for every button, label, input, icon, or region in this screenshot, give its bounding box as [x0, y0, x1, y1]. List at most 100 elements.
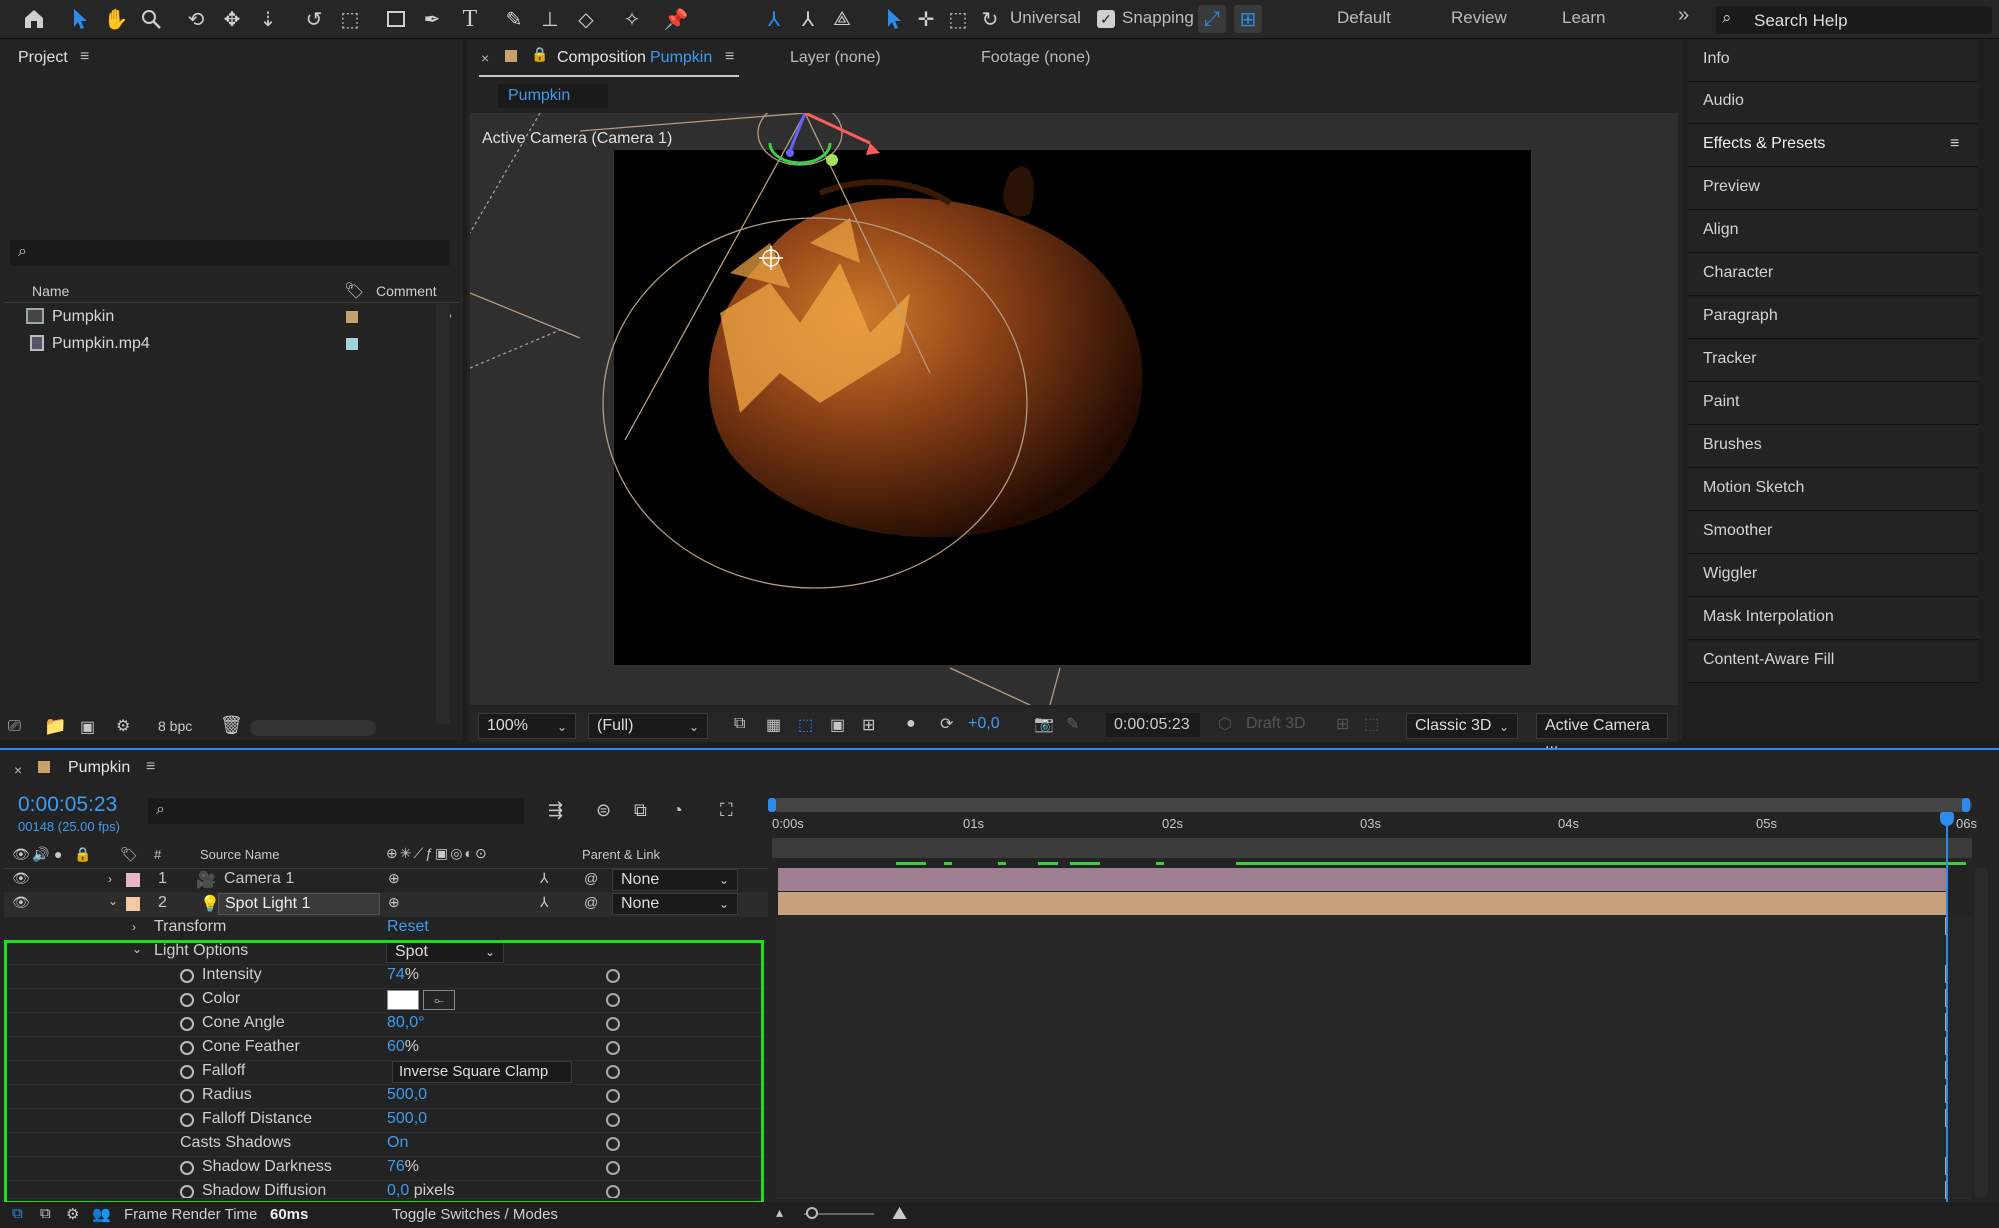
puppet-pin-tool-icon[interactable]: 📌 — [662, 5, 690, 33]
parent-dropdown[interactable]: None ⌄ — [612, 893, 738, 915]
home-icon[interactable] — [20, 5, 48, 33]
camera-layer-bar[interactable] — [778, 868, 1946, 891]
extended-viewer-icon[interactable]: ⬚ — [1364, 714, 1379, 734]
project-scrollbar[interactable] — [436, 304, 450, 724]
composition-tab-name[interactable]: Pumpkin — [650, 49, 712, 67]
timeline-tab-name[interactable]: Pumpkin — [68, 759, 130, 777]
scale-gizmo-icon[interactable]: ⬚ — [944, 5, 972, 33]
pick-whip-icon[interactable]: @ — [584, 894, 598, 910]
smoother-panel[interactable]: Smoother — [1688, 512, 1978, 554]
work-area-bar[interactable] — [772, 798, 1972, 812]
eye-icon[interactable]: 👁 — [12, 870, 30, 887]
more-workspaces-button[interactable]: » — [1678, 4, 1689, 27]
pick-whip-icon[interactable]: @ — [584, 870, 598, 886]
local-axis-mode-icon[interactable]: ⅄ — [760, 5, 788, 33]
chevron-right-icon[interactable]: › — [132, 920, 136, 934]
time-navigator[interactable] — [772, 838, 1972, 858]
grid-guides-icon[interactable]: ⊞ — [862, 715, 875, 735]
switches-icons[interactable]: ⊕✳⟋ƒ▣◎◐⊙ — [386, 845, 489, 862]
show-snapshot-icon[interactable]: ✎ — [1066, 714, 1079, 734]
layer-tab[interactable]: Layer (none) — [790, 49, 881, 67]
rotation-tool-icon[interactable]: ↺ — [300, 5, 328, 33]
transfer-controls-icon[interactable]: ⧉ — [40, 1205, 51, 1222]
toggle-switches-modes-button[interactable]: Toggle Switches / Modes — [392, 1206, 558, 1223]
shy-switch-icon[interactable]: ⊕ — [388, 894, 400, 911]
selection-tool-icon[interactable] — [66, 5, 94, 33]
eye-icon[interactable]: 👁 — [12, 894, 30, 911]
3d-view-dropdown[interactable]: Active Camera ... — [1536, 713, 1668, 752]
close-icon[interactable]: × — [481, 50, 489, 66]
timeline-scrollbar[interactable] — [1974, 868, 1988, 1198]
character-panel[interactable]: Character — [1688, 254, 1978, 296]
snap-edges-icon[interactable]: ⤢ — [1198, 5, 1226, 33]
renderer-dropdown[interactable]: Classic 3D ⌄ — [1406, 713, 1518, 739]
shy-switch-icon[interactable]: ⊕ — [388, 870, 400, 887]
pen-tool-icon[interactable]: ✒ — [418, 5, 446, 33]
new-composition-icon[interactable]: ▣ — [80, 717, 95, 737]
parent-dropdown[interactable]: None ⌄ — [612, 869, 738, 891]
universal-mode-label[interactable]: Universal — [1010, 8, 1081, 28]
tracker-panel[interactable]: Tracker — [1688, 340, 1978, 382]
workspace-review[interactable]: Review — [1451, 8, 1507, 28]
current-time-field[interactable]: 0:00:05:23 — [1106, 713, 1200, 737]
solo-icon[interactable]: ● — [54, 846, 62, 862]
mask-interpolation-panel[interactable]: Mask Interpolation — [1688, 598, 1978, 640]
effects-menu-icon[interactable]: ≡ — [1950, 135, 1959, 153]
motion-blur-icon[interactable]: ◔ — [672, 800, 683, 821]
time-ruler[interactable]: 0:00s 01s 02s 03s 04s 05s 06s — [772, 814, 1977, 836]
zoom-in-icon[interactable]: ⛰ — [892, 1203, 907, 1224]
in-out-icon[interactable]: ⚙ — [66, 1205, 79, 1223]
type-tool-icon[interactable]: T — [456, 5, 484, 33]
chevron-right-icon[interactable]: › — [108, 872, 112, 886]
audio-icon[interactable]: 🔊 — [32, 846, 49, 863]
brushes-panel[interactable]: Brushes — [1688, 426, 1978, 468]
project-panel-title[interactable]: Project — [18, 49, 68, 67]
hand-tool-icon[interactable]: ✋ — [102, 5, 130, 33]
snap-features-icon[interactable]: ⊞ — [1234, 5, 1262, 33]
trash-icon[interactable]: 🗑 — [220, 715, 243, 736]
workspace-learn[interactable]: Learn — [1562, 8, 1605, 28]
project-menu-icon[interactable]: ≡ — [80, 48, 89, 66]
workspace-default[interactable]: Default — [1337, 8, 1391, 28]
transparency-grid-icon[interactable]: ▦ — [766, 715, 781, 735]
3d-layer-icon[interactable]: ⅄ — [540, 870, 549, 887]
resolution-dropdown[interactable]: (Full) ⌄ — [588, 713, 708, 739]
content-aware-fill-panel[interactable]: Content-Aware Fill — [1688, 641, 1978, 683]
work-area-end-handle[interactable] — [1962, 798, 1970, 812]
number-column-header[interactable]: # — [154, 847, 161, 862]
rectangle-tool-icon[interactable] — [382, 5, 410, 33]
current-timecode[interactable]: 0:00:05:23 — [18, 793, 117, 817]
zoom-tool-icon[interactable] — [137, 5, 165, 33]
zoom-slider-handle[interactable] — [806, 1207, 818, 1219]
rotate-gizmo-icon[interactable]: ↻ — [976, 5, 1004, 33]
bit-depth-button[interactable]: 8 bpc — [150, 716, 200, 742]
snapshot-camera-icon[interactable]: 📷 — [1034, 714, 1054, 734]
paragraph-panel[interactable]: Paragraph — [1688, 297, 1978, 339]
project-item-row[interactable]: Pumpkin ⊶ — [4, 304, 459, 330]
region-of-interest-icon[interactable]: ▣ — [830, 715, 845, 735]
layer-row[interactable]: 👁 › 1 🎥 Camera 1 ⊕ ⅄ @ None ⌄ — [4, 868, 768, 893]
align-panel[interactable]: Align — [1688, 211, 1978, 253]
transform-reset-link[interactable]: Reset — [387, 918, 429, 936]
channel-icon[interactable]: ● — [906, 715, 916, 733]
wiggler-panel[interactable]: Wiggler — [1688, 555, 1978, 597]
eraser-tool-icon[interactable]: ◇ — [572, 5, 600, 33]
paint-panel[interactable]: Paint — [1688, 383, 1978, 425]
layer-row[interactable]: 👁 ⌄ 2 💡 Spot Light 1 ⊕ ⅄ @ None ⌄ — [4, 892, 768, 917]
view-axis-mode-icon[interactable]: ⟁ — [828, 5, 856, 33]
layer-label-color[interactable] — [126, 897, 140, 911]
lock-icon[interactable]: 🔒 — [74, 846, 91, 863]
label-tag-icon[interactable]: 🏷 — [120, 846, 138, 863]
timeline-menu-icon[interactable]: ≡ — [146, 758, 155, 776]
work-area-start-handle[interactable] — [768, 798, 776, 812]
footage-tab[interactable]: Footage (none) — [981, 49, 1090, 67]
playhead-handle[interactable] — [1940, 812, 1954, 826]
draft-3d-toggle[interactable]: Draft 3D — [1246, 715, 1306, 733]
name-column-header[interactable]: Name — [32, 283, 69, 299]
label-color-swatch[interactable] — [346, 338, 358, 350]
render-time-icon[interactable]: 👥 — [92, 1205, 111, 1223]
source-name-column-header[interactable]: Source Name — [200, 847, 279, 862]
comp-navigator-tab[interactable]: Pumpkin — [498, 84, 608, 108]
composition-menu-icon[interactable]: ≡ — [725, 48, 734, 66]
search-help-field[interactable]: ⌕ Search Help — [1716, 6, 1992, 34]
